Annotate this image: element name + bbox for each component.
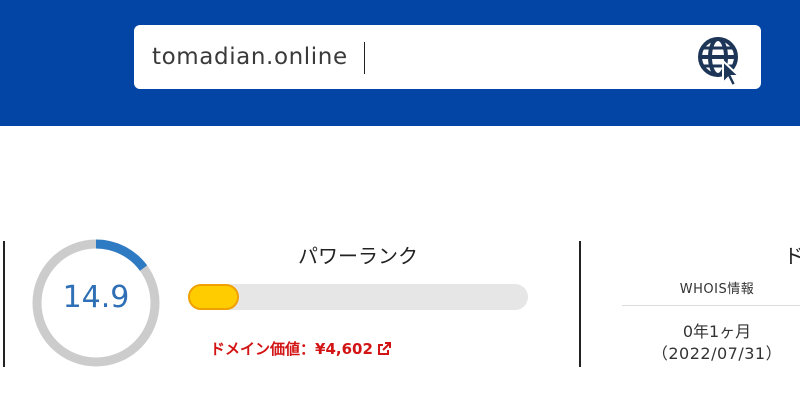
search-box bbox=[134, 25, 761, 89]
domain-value-link[interactable]: ドメイン価値：¥4,602 bbox=[210, 338, 391, 360]
whois-label: WHOIS情報 bbox=[679, 282, 755, 297]
domain-value-amount: ¥4,602 bbox=[315, 340, 373, 358]
domain-age: 0年1ヶ月 bbox=[682, 322, 752, 341]
power-rank-bar bbox=[188, 284, 528, 310]
domain-value-label: ドメイン価値： bbox=[210, 340, 316, 358]
whois-section-heading: ド bbox=[784, 244, 800, 268]
external-link-icon bbox=[377, 342, 391, 360]
globe-cursor-icon[interactable] bbox=[696, 37, 746, 88]
power-rank-bar-fill bbox=[188, 284, 239, 310]
whois-divider bbox=[622, 305, 800, 306]
header-bar bbox=[0, 0, 800, 126]
power-rank-title: パワーランク bbox=[298, 244, 418, 268]
left-border bbox=[3, 241, 5, 367]
text-caret bbox=[364, 42, 365, 74]
section-divider bbox=[579, 241, 581, 367]
domain-search-input[interactable] bbox=[152, 39, 692, 75]
registration-date: （2022/07/31） bbox=[651, 344, 783, 363]
power-rank-score: 14.9 bbox=[62, 280, 130, 315]
